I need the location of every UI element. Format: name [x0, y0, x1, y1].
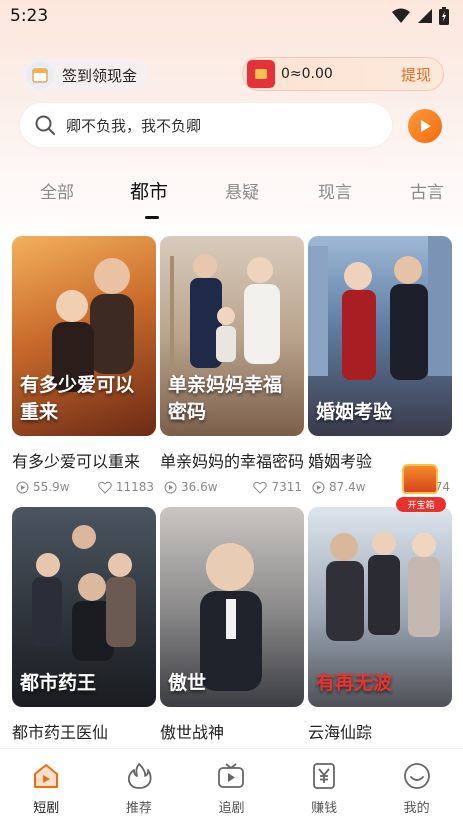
play-button[interactable]: [408, 109, 442, 143]
like-count: 7311: [271, 480, 302, 494]
drama-stats: 36.6w 7311: [160, 480, 304, 494]
nav-label: 追剧: [218, 801, 245, 816]
nav-item-recommend[interactable]: 推荐: [93, 749, 186, 824]
heart-icon: [253, 481, 268, 494]
tab-active-indicator: [145, 216, 159, 219]
drama-poster: 单亲妈妈幸福密码: [160, 236, 304, 436]
cash-balance-pill[interactable]: 0≈0.00 提现: [242, 57, 444, 91]
like-count: 11183: [115, 480, 154, 494]
drama-poster: 有多少爱可以重来: [12, 236, 156, 436]
status-time: 5:23: [10, 6, 49, 26]
poster-title: 有再无波: [316, 672, 393, 694]
poster-title: 单亲妈妈幸福密码: [168, 374, 283, 423]
status-bar: 5:23: [0, 0, 463, 32]
withdraw-button[interactable]: 提现: [401, 64, 431, 85]
nav-label: 赚钱: [311, 801, 338, 816]
treasure-label: 开宝箱: [396, 497, 446, 512]
tab-ancient-romance[interactable]: 古言: [410, 178, 444, 203]
battery-icon: [439, 7, 449, 25]
tab-urban[interactable]: 都市: [130, 177, 168, 204]
signin-cash-button[interactable]: 签到领现金: [22, 59, 150, 91]
rewards-row: 签到领现金 0≈0.00 提现: [0, 57, 463, 93]
status-icons: [391, 7, 449, 25]
play-count-icon: [312, 481, 325, 493]
drama-poster: 傲世: [160, 507, 304, 707]
play-count-icon: [164, 481, 177, 493]
nav-label: 推荐: [125, 801, 152, 816]
play-count-icon: [16, 481, 29, 493]
red-envelope-icon: [247, 60, 275, 88]
view-count: 55.9w: [33, 480, 70, 494]
nav-label: 我的: [403, 801, 430, 816]
treasure-chest-button[interactable]: 开宝箱: [396, 464, 446, 512]
tv-play-icon: [218, 763, 245, 788]
drama-title: 傲世战神: [160, 723, 225, 742]
drama-card[interactable]: 单亲妈妈幸福密码 单亲妈妈的幸福密码 36.6w 7311: [160, 236, 304, 494]
view-count: 36.6w: [181, 480, 218, 494]
search-icon: [35, 115, 55, 135]
search-placeholder: 卿不负我，我不负卿: [66, 116, 202, 135]
drama-poster: 都市药王: [12, 507, 156, 707]
nav-item-shortdrama[interactable]: 短剧: [0, 749, 93, 824]
nav-item-profile[interactable]: 我的: [370, 749, 463, 824]
heart-icon: [98, 481, 112, 494]
view-count: 87.4w: [329, 480, 366, 494]
poster-title: 都市药王: [20, 672, 97, 694]
play-icon: [421, 120, 431, 132]
drama-poster: 婚姻考验: [308, 236, 452, 436]
signin-label: 签到领现金: [62, 66, 138, 85]
drama-stats: 55.9w 11183: [12, 480, 156, 494]
smile-face-icon: [403, 763, 430, 789]
search-input[interactable]: 卿不负我，我不负卿: [20, 103, 392, 147]
cash-amount: 0≈0.00: [281, 66, 333, 82]
category-tabs: 全部 都市 悬疑 现言 古言: [0, 172, 463, 220]
flame-icon: [127, 763, 152, 789]
drama-card[interactable]: 有再无波 云海仙踪: [308, 507, 452, 743]
nav-item-earn[interactable]: 赚钱: [278, 749, 371, 824]
nav-item-following[interactable]: 追剧: [185, 749, 278, 824]
tab-modern-romance[interactable]: 现言: [318, 178, 352, 203]
drama-title: 都市药王医仙: [12, 723, 109, 742]
drama-card[interactable]: 有多少爱可以重来 有多少爱可以重来 55.9w 11183: [12, 236, 156, 494]
drama-card[interactable]: 都市药王 都市药王医仙: [12, 507, 156, 743]
poster-title: 婚姻考验: [316, 401, 393, 423]
calendar-icon: [26, 61, 54, 89]
tab-suspense[interactable]: 悬疑: [225, 178, 259, 203]
yen-wallet-icon: [313, 763, 335, 789]
wifi-icon: [392, 8, 410, 23]
tab-all[interactable]: 全部: [40, 178, 74, 203]
drama-poster: 有再无波: [308, 507, 452, 707]
drama-title: 有多少爱可以重来: [12, 452, 141, 471]
signal-icon: [418, 9, 432, 23]
bottom-nav: 短剧 推荐 追剧 赚钱 我的: [0, 748, 463, 824]
drama-card[interactable]: 婚姻考验 婚姻考验 87.4w 474: [308, 236, 452, 494]
drama-title: 云海仙踪: [308, 723, 373, 742]
drama-card[interactable]: 傲世 傲世战神: [160, 507, 304, 743]
nav-label: 短剧: [33, 801, 60, 816]
poster-title: 傲世: [168, 672, 207, 694]
treasure-chest-icon: [402, 464, 438, 494]
drama-title: 单亲妈妈的幸福密码: [160, 452, 304, 471]
poster-title: 有多少爱可以重来: [20, 374, 135, 423]
search-row: 卿不负我，我不负卿: [0, 103, 463, 147]
home-tv-icon: [34, 764, 59, 788]
